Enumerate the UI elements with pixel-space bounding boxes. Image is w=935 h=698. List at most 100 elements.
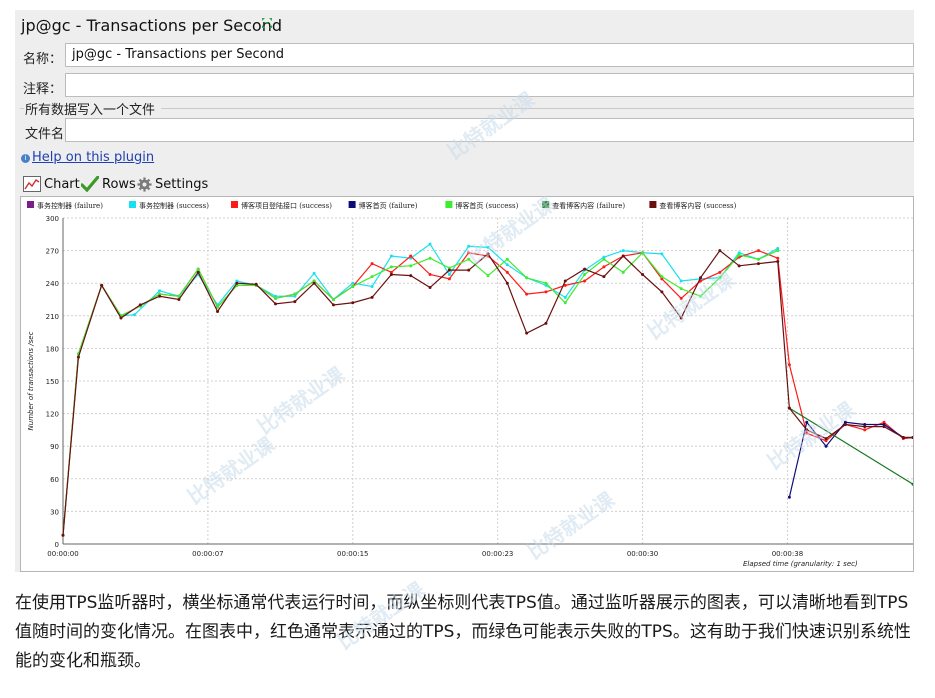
group-border-left [20, 108, 24, 109]
y-tick-label: 180 [46, 345, 59, 353]
help-link[interactable]: Help on this plugin [32, 150, 154, 165]
tab-rows[interactable]: Rows [81, 174, 136, 194]
data-point [389, 254, 393, 258]
y-tick-label: 30 [50, 508, 59, 516]
x-tick-label: 00:00:00 [47, 550, 78, 558]
data-point [505, 281, 509, 285]
data-point [274, 302, 277, 306]
data-point [805, 428, 809, 432]
data-point [505, 257, 509, 261]
title-bar: jp@gc - Transactions per Second [15, 10, 914, 42]
data-point [409, 254, 413, 258]
data-point [486, 252, 490, 256]
data-point [486, 274, 490, 278]
data-point [447, 273, 451, 277]
y-tick-label: 210 [46, 313, 59, 321]
x-tick-label: 00:00:23 [482, 550, 513, 558]
y-tick-label: 90 [50, 443, 59, 451]
data-point [100, 283, 104, 287]
data-point [467, 251, 471, 255]
data-point [602, 275, 606, 279]
data-point [563, 279, 567, 283]
caption-text: 在使用TPS监听器时，横坐标通常代表运行时间，而纵坐标则代表TPS值。通过监听器… [15, 593, 911, 671]
data-point [679, 287, 683, 291]
data-point [805, 420, 809, 424]
data-point [312, 271, 316, 275]
data-point [132, 313, 136, 317]
y-tick-label: 0 [55, 541, 59, 549]
filename-label: 文件名 [25, 127, 65, 142]
legend-swatch [129, 201, 136, 208]
data-point [389, 273, 393, 277]
data-point [641, 273, 645, 277]
data-point [563, 301, 567, 305]
data-point [196, 270, 200, 274]
legend-swatch [348, 201, 356, 208]
x-tick-label: 00:00:15 [337, 550, 368, 558]
data-point [776, 249, 780, 253]
data-point [158, 294, 162, 298]
legend-label: 博客项目登陆接口 (success) [241, 201, 332, 210]
data-point [901, 436, 905, 440]
data-point [737, 253, 741, 257]
legend-swatch [445, 201, 453, 208]
data-point [525, 331, 529, 335]
data-point [428, 286, 432, 290]
plugin-panel: jp@gc - Transactions per Second 名称： jp@g… [15, 10, 915, 572]
data-point [679, 316, 683, 320]
data-point [351, 281, 355, 285]
data-point [351, 284, 355, 288]
data-point [235, 281, 239, 285]
tab-chart-label: Chart [44, 176, 80, 192]
data-point [602, 265, 606, 269]
y-tick-label: 270 [46, 248, 59, 256]
x-axis-title: Elapsed time (granularity: 1 sec) [743, 560, 858, 568]
comment-field[interactable] [65, 73, 914, 97]
y-tick-label: 240 [46, 280, 59, 288]
chart-icon [23, 176, 41, 192]
legend-label: 博客首页 (failure) [359, 201, 418, 210]
filename-field[interactable] [65, 118, 914, 142]
data-point [61, 533, 65, 537]
data-point [660, 290, 664, 294]
data-point [428, 273, 432, 277]
data-point [370, 275, 374, 279]
name-field[interactable]: jp@gc - Transactions per Second [65, 43, 914, 67]
data-point [138, 303, 142, 307]
data-point [312, 281, 316, 285]
data-point [525, 276, 529, 280]
data-point [882, 425, 886, 429]
data-point [331, 303, 335, 307]
data-point [583, 273, 587, 277]
data-point [756, 257, 760, 261]
data-point [293, 300, 297, 304]
legend-label: 博客首页 (success) [455, 201, 518, 210]
expand-icon[interactable] [261, 17, 273, 29]
tab-chart[interactable]: Chart [23, 174, 80, 194]
data-point [274, 296, 277, 300]
data-point [331, 298, 335, 301]
y-tick-label: 60 [50, 476, 59, 484]
data-point [660, 252, 664, 256]
data-point [428, 242, 432, 246]
data-point [699, 294, 702, 298]
data-point [787, 363, 791, 367]
legend-swatch [542, 201, 550, 208]
data-point [843, 422, 847, 426]
data-point [583, 279, 587, 283]
data-point [679, 296, 683, 300]
data-point [467, 244, 471, 248]
data-point [805, 431, 809, 435]
legend-label: 查看博客内容 (success) [659, 201, 736, 210]
data-point [660, 275, 664, 279]
data-point [544, 290, 548, 294]
data-point [370, 295, 374, 299]
legend-label: 查看博客内容 (failure) [552, 201, 625, 210]
tab-settings[interactable]: Settings [137, 174, 208, 194]
data-point [409, 264, 413, 268]
y-tick-label: 120 [46, 411, 59, 419]
data-point [718, 276, 722, 280]
data-point [718, 249, 722, 253]
window-title: jp@gc - Transactions per Second [21, 16, 282, 35]
data-point [544, 281, 548, 285]
